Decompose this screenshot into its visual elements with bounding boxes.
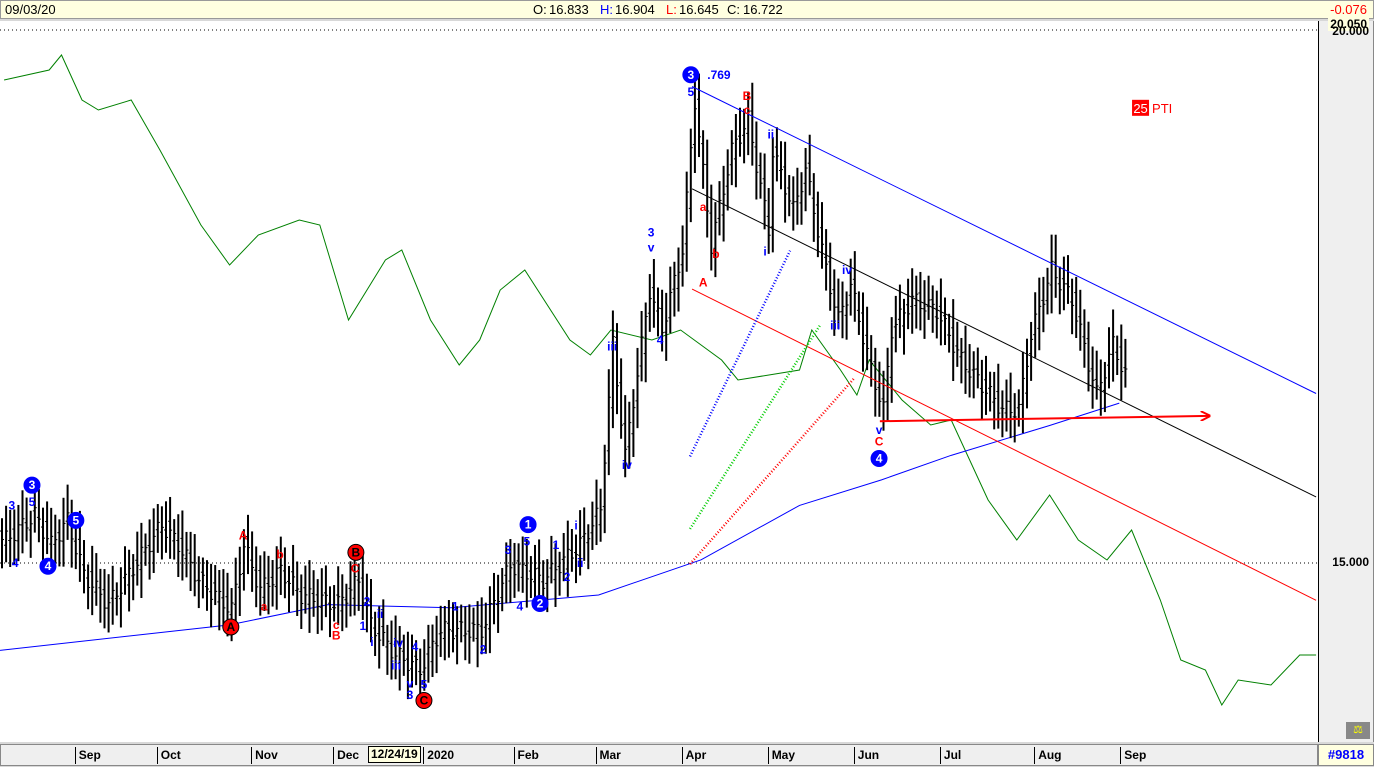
wave-label: b — [712, 247, 719, 261]
wave-label: 3 — [29, 478, 36, 492]
pti-label: PTI — [1152, 101, 1172, 116]
wave-label: 5 — [73, 513, 80, 527]
month-tick: Apr — [681, 747, 706, 764]
wave-label: 3 — [407, 688, 414, 702]
wave-label: 2 — [364, 594, 371, 608]
month-tick: Jul — [939, 747, 961, 764]
month-tick: May — [767, 747, 795, 764]
wave-label: 4 — [412, 640, 419, 654]
month-tick: Sep — [74, 747, 101, 764]
change-value: -0.076 — [1330, 2, 1367, 17]
wave-label: iii — [607, 340, 617, 354]
wave-label: 4 — [657, 333, 664, 347]
cursor-date: 12/24/19 — [368, 746, 421, 763]
wave-label: a — [700, 200, 707, 214]
wave-label: 1 — [452, 600, 459, 614]
pti-badge-number: 25 — [1133, 101, 1147, 116]
wave-label: iii — [391, 658, 401, 672]
wave-label: i — [763, 245, 766, 259]
price-chart[interactable]: 345 1234ABC.7693 54AbaCcB21iii iv 4iiiv 53123… — [0, 0, 1318, 742]
month-tick: Aug — [1034, 747, 1062, 764]
month-tick: Mar — [595, 747, 621, 764]
wave-label: 1 — [525, 518, 532, 532]
wave-label: C — [420, 694, 429, 708]
wave-label: i — [574, 519, 577, 533]
wave-label: C — [875, 434, 884, 448]
wave-label: iv — [842, 263, 852, 277]
wave-label: iv — [622, 458, 632, 472]
wave-label: i — [370, 635, 373, 649]
wave-label: 4 — [517, 600, 524, 614]
bar-count: #9818 — [1318, 744, 1374, 766]
month-tick: Feb — [513, 747, 539, 764]
wave-label: B — [743, 89, 752, 103]
wave-label: 4 — [12, 556, 19, 570]
wave-label: 3 — [648, 226, 655, 240]
time-axis[interactable]: Sep Oct Nov Dec 2020 Feb Mar Apr May Jun Jul Aug Sep — [0, 744, 1318, 766]
wave-label: iii — [830, 318, 840, 332]
wave-label: 5 — [421, 678, 428, 692]
wave-label: C — [351, 561, 360, 575]
wave-label: ii — [767, 127, 774, 141]
wave-label: ii — [377, 607, 384, 621]
month-tick: 2020 — [423, 747, 454, 764]
month-tick: Oct — [156, 747, 181, 764]
wave-label: a — [261, 600, 268, 614]
wave-label: 5 — [524, 535, 531, 549]
wave-label: 1 — [360, 619, 367, 633]
wave-label: 1 — [553, 538, 560, 552]
price-tick-15: 15.000 — [1332, 555, 1369, 569]
price-axis[interactable]: 20.050 20.000 15.000 — [1318, 17, 1374, 742]
price-tick-20: 20.000 — [1332, 24, 1369, 38]
wave-label: 2 — [537, 597, 544, 611]
wave-label: 3 — [688, 68, 695, 82]
wave-label: 4 — [45, 559, 52, 573]
month-tick: Sep — [1120, 747, 1146, 764]
wave-label: A — [699, 276, 708, 290]
wave-label: 2 — [480, 642, 487, 656]
wave-label: 3 — [505, 543, 512, 557]
wave-label: 5 — [688, 85, 695, 99]
wave-label: 2 — [564, 570, 571, 584]
wave-label: A — [239, 528, 248, 542]
wave-label: b — [276, 547, 283, 561]
wave-label: .769 — [707, 68, 731, 82]
wave-label: B — [352, 545, 361, 559]
wave-label: B — [332, 628, 341, 642]
month-tick: Dec — [333, 747, 359, 764]
wave-label: c — [744, 103, 751, 117]
wave-label: v — [648, 240, 655, 254]
month-tick: Jun — [853, 747, 879, 764]
scale-icon[interactable]: ⚖ — [1346, 722, 1370, 739]
wave-label: 4 — [876, 452, 883, 466]
wave-label: ii — [577, 556, 584, 570]
wave-label: A — [226, 620, 235, 634]
wave-label: iv — [393, 636, 403, 650]
wave-label: 3 — [9, 498, 16, 512]
month-tick: Nov — [251, 747, 278, 764]
wave-label: 5 — [29, 495, 36, 509]
